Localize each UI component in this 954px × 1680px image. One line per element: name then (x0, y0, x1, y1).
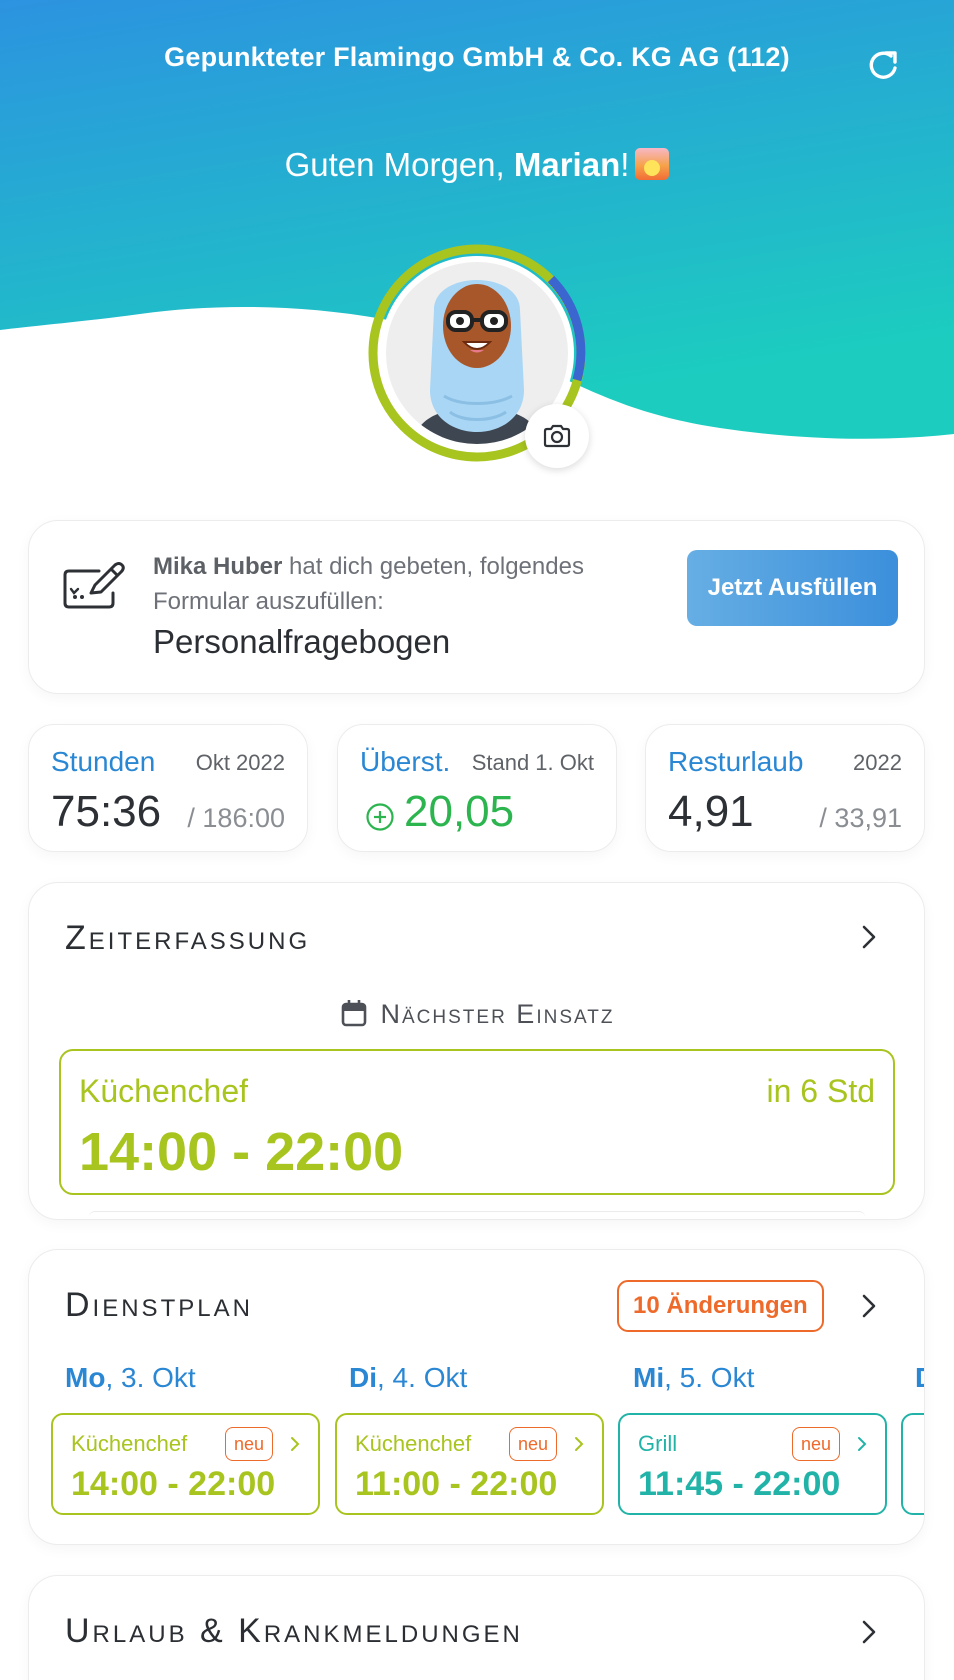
overtime-stat-card[interactable]: Überst. Stand 1. Okt 20,05 (337, 724, 617, 852)
shift-role: Grill (638, 1431, 678, 1456)
day-weekday: Mo (65, 1362, 106, 1393)
chevron-right-icon[interactable] (859, 1292, 879, 1325)
shift-time: 11:45 - 22:00 (638, 1465, 841, 1503)
new-badge: neu (225, 1427, 273, 1461)
chevron-right-icon[interactable] (859, 923, 879, 956)
hours-title: Stunden (51, 746, 156, 777)
shift-time: 11:00 - 22:00 (355, 1465, 558, 1503)
day-date: , 3. Okt (105, 1362, 196, 1393)
vacation-stat-card[interactable]: Resturlaub 2022 4,91 / 33,91 (645, 724, 925, 852)
requester-name: Mika Huber (153, 553, 283, 580)
greeting: Guten Morgen, Marian! (0, 146, 954, 184)
user-first-name: Marian (513, 146, 621, 183)
form-name: Personalfragebogen (153, 623, 451, 660)
shift-role: Küchenchef (355, 1431, 472, 1456)
refresh-icon[interactable] (864, 46, 904, 86)
schedule-shift-card[interactable] (901, 1413, 924, 1515)
time-tracking-card: Zeiterfassung Nächster Einsatz Küchenche… (28, 882, 925, 1220)
next-shift-box[interactable]: Küchenchef in 6 Std 14:00 - 22:00 (59, 1049, 895, 1195)
schedule-card: Dienstplan 10 Änderungen Mo, 3. Okt Küch… (28, 1249, 925, 1545)
form-sign-icon (61, 559, 125, 620)
day-weekday: Di (349, 1362, 377, 1393)
hours-value: 75:36 (51, 787, 162, 836)
next-shift-time: 14:00 - 22:00 (79, 1122, 404, 1182)
schedule-shift-card[interactable]: Küchenchef neu 14:00 - 22:00 (51, 1413, 320, 1515)
schedule-title: Dienstplan (65, 1286, 253, 1324)
change-photo-button[interactable] (525, 404, 589, 468)
hours-period: Okt 2022 (195, 750, 285, 775)
sunrise-emoji-icon (635, 148, 670, 180)
vacation-total: / 33,91 (819, 803, 902, 833)
time-tracking-title: Zeiterfassung (65, 919, 311, 957)
divider (89, 1211, 865, 1219)
chevron-right-icon (289, 1435, 301, 1458)
leave-title: Urlaub & Krankmeldungen (65, 1612, 523, 1650)
new-badge: neu (792, 1427, 840, 1461)
day-weekday: D (915, 1362, 924, 1393)
fill-now-button[interactable]: Jetzt Ausfüllen (687, 550, 898, 626)
schedule-shift-card[interactable]: Grill neu 11:45 - 22:00 (618, 1413, 887, 1515)
shift-time: 14:00 - 22:00 (71, 1465, 276, 1503)
day-label: Mi, 5. Okt (633, 1362, 754, 1394)
day-weekday: Mi (633, 1362, 665, 1393)
day-date: , 4. Okt (377, 1362, 468, 1393)
chevron-right-icon[interactable] (859, 1618, 879, 1651)
next-shift-relative: in 6 Std (766, 1073, 875, 1109)
shift-role: Küchenchef (71, 1431, 188, 1456)
plus-circle-icon (365, 802, 395, 837)
day-label: Mo, 3. Okt (65, 1362, 196, 1394)
overtime-period: Stand 1. Okt (471, 750, 594, 775)
greeting-prefix: Guten Morgen, (284, 146, 514, 183)
schedule-shift-card[interactable]: Küchenchef neu 11:00 - 22:00 (335, 1413, 604, 1515)
next-shift-role: Küchenchef (79, 1073, 249, 1109)
calendar-icon (341, 999, 367, 1034)
header: Gepunkteter Flamingo GmbH & Co. KG AG (1… (0, 0, 954, 468)
day-date: , 5. Okt (664, 1362, 755, 1393)
next-shift-label-text: Nächster Einsatz (380, 999, 615, 1029)
next-shift-label: Nächster Einsatz (29, 999, 924, 1034)
greeting-suffix: ! (620, 146, 630, 183)
hours-total: / 186:00 (187, 803, 285, 833)
chevron-right-icon (573, 1435, 585, 1458)
day-label: D (915, 1362, 924, 1394)
camera-icon (543, 424, 571, 448)
new-badge: neu (509, 1427, 557, 1461)
day-label: Di, 4. Okt (349, 1362, 467, 1394)
overtime-title: Überst. (360, 746, 451, 777)
changes-badge[interactable]: 10 Änderungen (617, 1280, 824, 1332)
vacation-title: Resturlaub (668, 746, 804, 777)
hours-stat-card[interactable]: Stunden Okt 2022 75:36 / 186:00 (28, 724, 308, 852)
company-name: Gepunkteter Flamingo GmbH & Co. KG AG (1… (164, 42, 790, 72)
form-request-message: Mika Huber hat dich gebeten, folgendes F… (153, 549, 653, 619)
vacation-value: 4,91 (668, 787, 754, 836)
overtime-value: 20,05 (404, 787, 515, 836)
leave-card: Urlaub & Krankmeldungen (28, 1575, 925, 1680)
chevron-right-icon (856, 1435, 868, 1458)
vacation-period: 2022 (853, 750, 902, 775)
form-request-card: Mika Huber hat dich gebeten, folgendes F… (28, 520, 925, 694)
